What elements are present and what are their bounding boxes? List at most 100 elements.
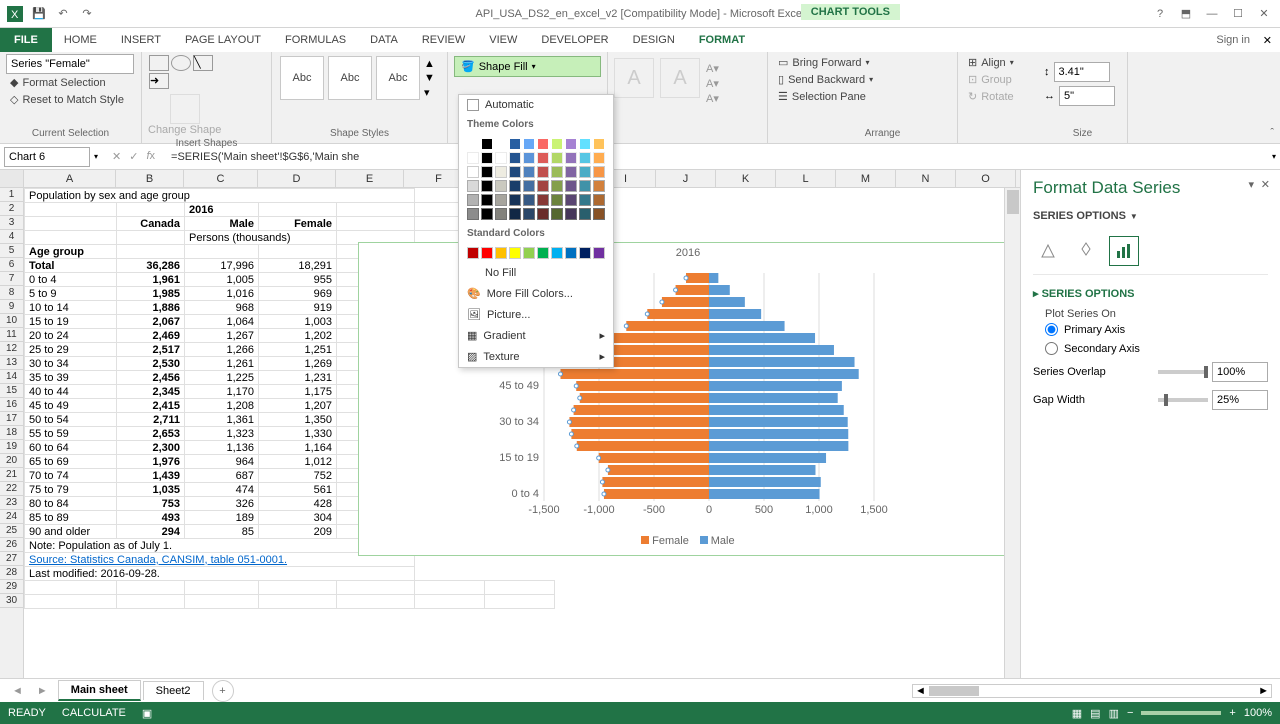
reset-match-button[interactable]: ◇Reset to Match Style — [6, 91, 135, 108]
ribbon-tab-design[interactable]: DESIGN — [621, 30, 687, 50]
theme-color-swatch[interactable] — [495, 166, 507, 178]
standard-color-swatch[interactable] — [537, 247, 549, 259]
format-selection-button[interactable]: ◆Format Selection — [6, 74, 135, 91]
theme-color-swatch[interactable] — [579, 152, 591, 164]
ribbon-tab-format[interactable]: FORMAT — [687, 30, 757, 50]
zoom-out-icon[interactable]: − — [1127, 707, 1133, 719]
theme-color-swatch[interactable] — [481, 180, 493, 192]
window-close-icon[interactable]: ✕ — [1263, 34, 1272, 47]
row-header-18[interactable]: 18 — [0, 426, 23, 440]
standard-color-swatch[interactable] — [467, 247, 479, 259]
theme-color-swatch[interactable] — [565, 152, 577, 164]
align-button[interactable]: ⊞Align▾ — [964, 54, 1032, 71]
ribbon-tab-home[interactable]: HOME — [52, 30, 109, 50]
theme-color-swatch[interactable] — [593, 194, 605, 206]
secondary-axis-radio[interactable]: Secondary Axis — [1033, 339, 1268, 358]
theme-color-swatch[interactable] — [565, 180, 577, 192]
redo-icon[interactable]: ↷ — [76, 3, 98, 25]
theme-color-swatch[interactable] — [467, 138, 479, 150]
series-options-icon[interactable] — [1109, 236, 1139, 266]
row-header-30[interactable]: 30 — [0, 594, 23, 608]
row-header-16[interactable]: 16 — [0, 398, 23, 412]
chart-element-combo[interactable] — [6, 54, 134, 74]
theme-color-swatch[interactable] — [537, 180, 549, 192]
col-header-M[interactable]: M — [836, 170, 896, 187]
maximize-icon[interactable]: ☐ — [1226, 4, 1250, 24]
theme-color-swatch[interactable] — [523, 180, 535, 192]
rect-shape-icon[interactable] — [149, 55, 169, 71]
ribbon-tab-view[interactable]: VIEW — [477, 30, 529, 50]
enter-formula-icon[interactable]: ✓ — [129, 150, 138, 163]
cancel-formula-icon[interactable]: ✕ — [112, 150, 121, 163]
row-header-24[interactable]: 24 — [0, 510, 23, 524]
overlap-slider[interactable] — [1158, 370, 1208, 374]
standard-color-swatch[interactable] — [551, 247, 563, 259]
task-pane-close-icon[interactable]: ▾ — [1248, 178, 1254, 191]
theme-color-swatch[interactable] — [509, 138, 521, 150]
row-header-28[interactable]: 28 — [0, 566, 23, 580]
theme-color-swatch[interactable] — [551, 152, 563, 164]
standard-color-swatch[interactable] — [495, 247, 507, 259]
row-header-25[interactable]: 25 — [0, 524, 23, 538]
col-header-K[interactable]: K — [716, 170, 776, 187]
gradient-fill-item[interactable]: ▦Gradient▸ — [459, 325, 613, 346]
row-header-4[interactable]: 4 — [0, 230, 23, 244]
theme-color-swatch[interactable] — [481, 152, 493, 164]
theme-color-swatch[interactable] — [467, 208, 479, 220]
theme-color-swatch[interactable] — [579, 194, 591, 206]
sheet-tab-main[interactable]: Main sheet — [58, 680, 141, 701]
col-header-C[interactable]: C — [184, 170, 258, 187]
series-options-header[interactable]: ▸ SERIES OPTIONS — [1033, 283, 1268, 304]
theme-color-swatch[interactable] — [579, 138, 591, 150]
row-header-13[interactable]: 13 — [0, 356, 23, 370]
formula-text[interactable]: =SERIES('Main sheet'!$G$6,'Main she!$G$7… — [165, 149, 1272, 165]
texture-fill-item[interactable]: ▨Texture▸ — [459, 346, 613, 367]
gap-input[interactable] — [1212, 390, 1268, 410]
theme-color-swatch[interactable] — [551, 138, 563, 150]
theme-color-swatch[interactable] — [509, 152, 521, 164]
theme-color-swatch[interactable] — [593, 138, 605, 150]
row-header-29[interactable]: 29 — [0, 580, 23, 594]
theme-color-swatch[interactable] — [593, 166, 605, 178]
bring-forward-button[interactable]: ▭Bring Forward▾ — [774, 54, 951, 71]
gap-slider[interactable] — [1158, 398, 1208, 402]
row-header-7[interactable]: 7 — [0, 272, 23, 286]
theme-color-swatch[interactable] — [565, 208, 577, 220]
more-fill-colors-item[interactable]: 🎨More Fill Colors... — [459, 283, 613, 304]
theme-color-swatch[interactable] — [509, 166, 521, 178]
row-header-14[interactable]: 14 — [0, 370, 23, 384]
select-all-corner[interactable] — [0, 170, 24, 187]
col-header-D[interactable]: D — [258, 170, 336, 187]
effects-icon[interactable] — [1071, 236, 1101, 266]
oval-shape-icon[interactable] — [171, 55, 191, 71]
theme-color-swatch[interactable] — [481, 166, 493, 178]
width-input[interactable] — [1059, 86, 1115, 106]
shape-style-2[interactable]: Abc — [328, 56, 372, 100]
text-outline-icon[interactable]: A▾ — [706, 77, 719, 90]
theme-color-swatch[interactable] — [579, 208, 591, 220]
task-pane-x-icon[interactable]: ✕ — [1261, 178, 1270, 191]
theme-color-swatch[interactable] — [495, 208, 507, 220]
row-header-5[interactable]: 5 — [0, 244, 23, 258]
row-header-3[interactable]: 3 — [0, 216, 23, 230]
row-header-9[interactable]: 9 — [0, 300, 23, 314]
standard-color-swatch[interactable] — [481, 247, 493, 259]
series-options-dropdown[interactable]: SERIES OPTIONS ▼ — [1033, 204, 1268, 228]
style-up-icon[interactable]: ▲ — [424, 58, 435, 70]
ribbon-tab-review[interactable]: REVIEW — [410, 30, 477, 50]
send-backward-button[interactable]: ▯Send Backward▾ — [774, 71, 951, 88]
fx-icon[interactable]: fx — [146, 150, 155, 163]
fill-line-icon[interactable] — [1033, 236, 1063, 266]
row-header-22[interactable]: 22 — [0, 482, 23, 496]
row-header-19[interactable]: 19 — [0, 440, 23, 454]
text-effects-icon[interactable]: A▾ — [706, 92, 719, 105]
overlap-input[interactable] — [1212, 362, 1268, 382]
signin-link[interactable]: Sign in — [1216, 34, 1250, 46]
close-icon[interactable]: ✕ — [1252, 4, 1276, 24]
theme-color-swatch[interactable] — [481, 194, 493, 206]
minimize-icon[interactable]: — — [1200, 4, 1224, 24]
horizontal-scrollbar[interactable]: ◄► — [912, 684, 1272, 698]
wordart-style-1[interactable]: A — [614, 58, 654, 98]
standard-color-swatch[interactable] — [509, 247, 521, 259]
theme-color-swatch[interactable] — [551, 194, 563, 206]
